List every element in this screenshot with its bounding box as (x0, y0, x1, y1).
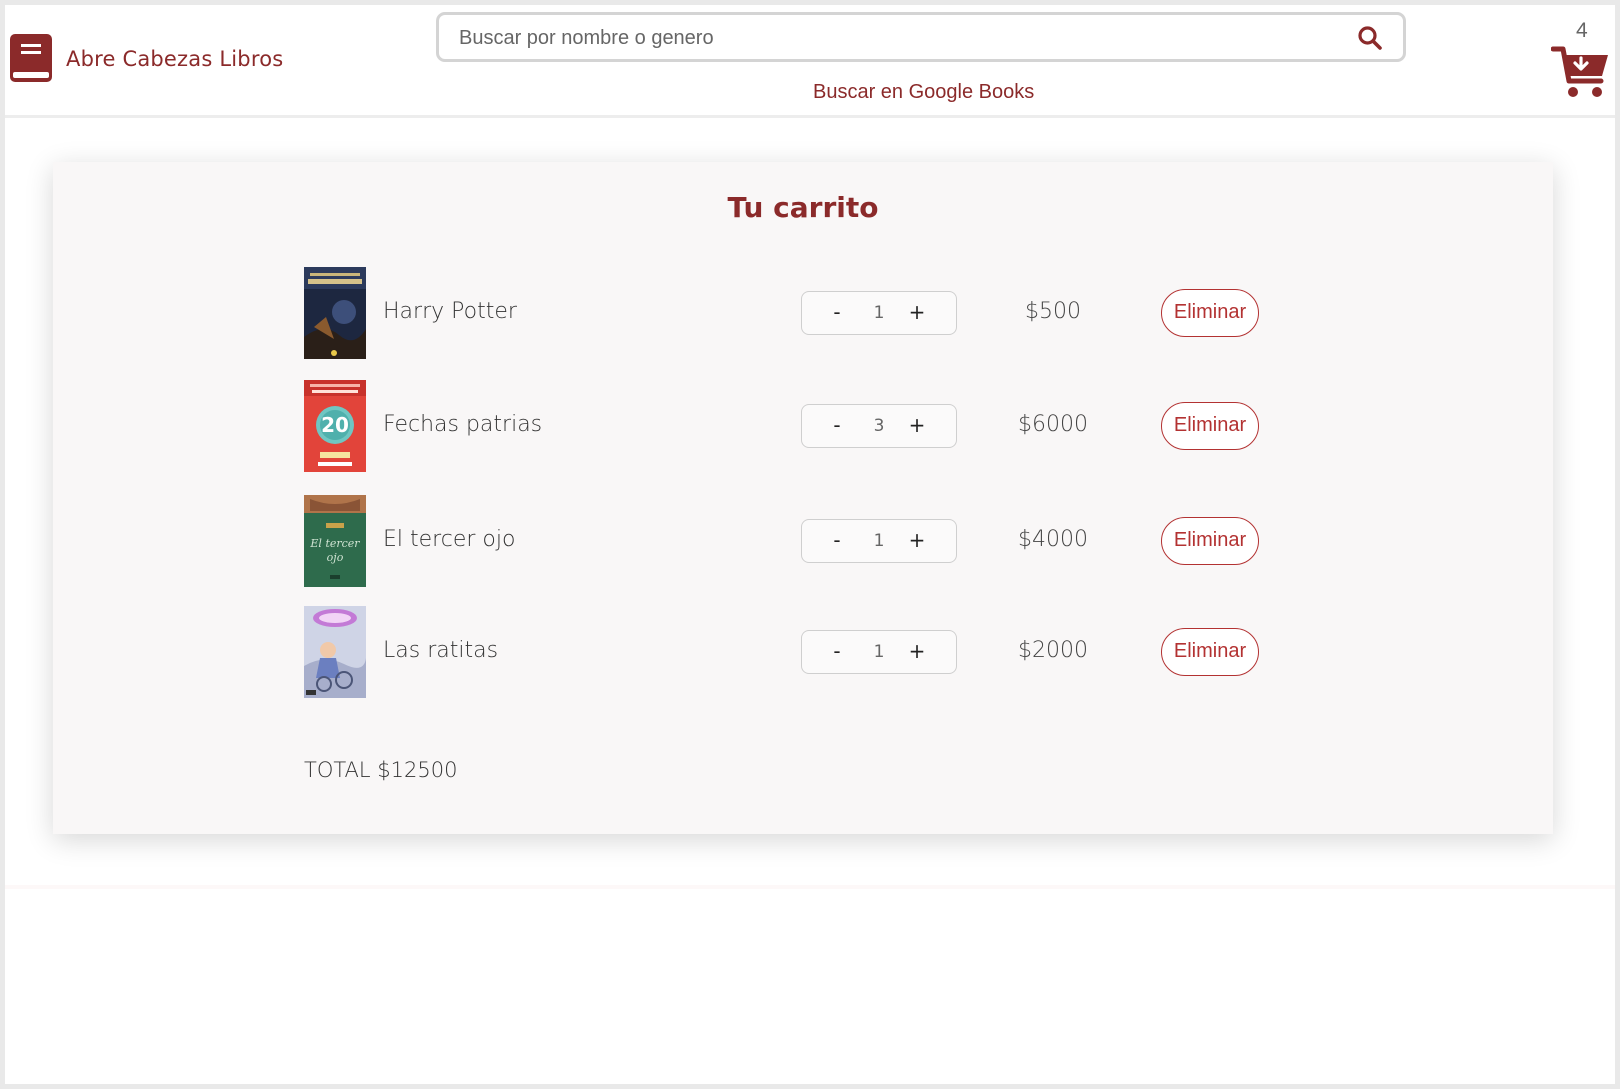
brand-name[interactable]: Abre Cabezas Libros (66, 47, 283, 71)
item-price: $4000 (1018, 527, 1088, 552)
search-input[interactable] (457, 15, 1321, 61)
remove-item-button[interactable]: Eliminar (1161, 628, 1259, 676)
decrease-quantity-button[interactable]: - (826, 413, 848, 439)
cart-panel: Tu carrito Harry Potter - 1 + $500 Elimi… (53, 162, 1553, 834)
increase-quantity-button[interactable]: + (906, 413, 928, 439)
cart-total: TOTAL $12500 (304, 758, 458, 782)
search-icon[interactable] (1357, 25, 1383, 51)
quantity-value: 1 (873, 531, 885, 551)
quantity-value: 3 (873, 416, 885, 436)
remove-item-button[interactable]: Eliminar (1161, 289, 1259, 337)
svg-text:El tercer: El tercer (309, 537, 360, 550)
decrease-quantity-button[interactable]: - (826, 528, 848, 554)
quantity-stepper: - 1 + (801, 519, 957, 563)
quantity-stepper: - 1 + (801, 291, 957, 335)
book-logo-icon[interactable] (8, 32, 54, 84)
item-price: $2000 (1018, 638, 1088, 663)
increase-quantity-button[interactable]: + (906, 639, 928, 665)
item-price: $6000 (1018, 412, 1088, 437)
svg-text:ojo: ojo (327, 551, 344, 564)
increase-quantity-button[interactable]: + (906, 300, 928, 326)
book-cover-image (304, 267, 366, 359)
increase-quantity-button[interactable]: + (906, 528, 928, 554)
book-cover-image: El tercer ojo (304, 495, 366, 587)
item-price: $500 (1025, 299, 1081, 324)
app-frame: Abre Cabezas Libros Buscar en Google Boo… (5, 5, 1615, 1084)
remove-item-button[interactable]: Eliminar (1161, 517, 1259, 565)
item-name: Harry Potter (383, 299, 517, 324)
book-cover-image: 20 (304, 380, 366, 472)
quantity-stepper: - 1 + (801, 630, 957, 674)
header: Abre Cabezas Libros Buscar en Google Boo… (5, 5, 1615, 118)
cart-item-row: Las ratitas - 1 + $2000 Eliminar (53, 606, 1553, 698)
cart-item-row: Harry Potter - 1 + $500 Eliminar (53, 267, 1553, 359)
svg-text:20: 20 (321, 413, 349, 437)
remove-item-button[interactable]: Eliminar (1161, 402, 1259, 450)
decrease-quantity-button[interactable]: - (826, 300, 848, 326)
cart-item-row: El tercer ojo El tercer ojo - 1 + $4000 … (53, 495, 1553, 587)
item-name: El tercer ojo (383, 527, 516, 552)
quantity-value: 1 (873, 303, 885, 323)
cart-title: Tu carrito (727, 191, 879, 224)
item-name: Las ratitas (383, 638, 499, 663)
book-cover-image (304, 606, 366, 698)
decrease-quantity-button[interactable]: - (826, 639, 848, 665)
cart-count-badge: 4 (1576, 19, 1588, 42)
footer-divider (5, 885, 1615, 889)
google-books-link[interactable]: Buscar en Google Books (813, 81, 1034, 104)
cart-icon[interactable] (1551, 45, 1611, 99)
cart-item-row: 20 Fechas patrias - 3 + $6000 Eliminar (53, 380, 1553, 472)
item-name: Fechas patrias (383, 412, 543, 437)
quantity-stepper: - 3 + (801, 404, 957, 448)
quantity-value: 1 (873, 642, 885, 662)
search-bar (436, 12, 1406, 62)
